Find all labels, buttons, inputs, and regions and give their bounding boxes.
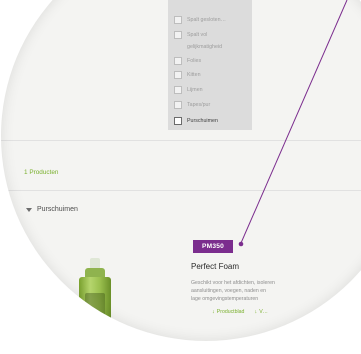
filter-option-label: Spalt gesloten…	[187, 17, 226, 23]
magnifier-lens: Spalt gesloten… Spalt vol gelijkmatighei…	[1, 0, 361, 341]
filter-option[interactable]: Spalt vol	[174, 31, 250, 39]
filter-option-label: Tapes/pur	[187, 102, 211, 108]
filter-option[interactable]: Spalt gesloten…	[174, 16, 250, 24]
arrow-icon: ↓	[254, 309, 258, 315]
filter-option[interactable]: Kitten	[174, 71, 250, 79]
checkbox[interactable]	[174, 16, 182, 24]
product-description: Geschikt voor het afdichten, isoleren aa…	[191, 279, 361, 304]
product-code-badge: PM350	[193, 240, 233, 253]
divider	[1, 190, 361, 191]
can-cap	[85, 268, 105, 277]
checkbox[interactable]	[174, 86, 182, 94]
secondary-link[interactable]: ↓ V…	[254, 309, 267, 315]
productblad-link[interactable]: ↓ Productblad	[212, 309, 244, 315]
category-label: Purschuimen	[37, 206, 78, 213]
checkbox[interactable]	[174, 71, 182, 79]
magnified-screenshot: Spalt gesloten… Spalt vol gelijkmatighei…	[0, 0, 361, 354]
filter-option[interactable]: Lijmen	[174, 86, 250, 94]
checkbox-checked[interactable]	[174, 117, 182, 125]
filter-option-label: Spalt vol	[187, 32, 208, 38]
results-count: 1 Producten	[24, 169, 59, 176]
checkbox[interactable]	[174, 57, 182, 65]
filter-option-label: gelijkmatigheid	[187, 44, 223, 50]
filter-panel: Spalt gesloten… Spalt vol gelijkmatighei…	[168, 0, 252, 130]
checkbox[interactable]	[174, 101, 182, 109]
filter-option[interactable]: Folies	[174, 57, 250, 65]
product-image[interactable]	[78, 258, 112, 341]
chevron-down-icon	[26, 207, 32, 212]
checkbox[interactable]	[174, 31, 182, 39]
arrow-icon: ↓	[212, 309, 215, 315]
category-toggle[interactable]: Purschuimen	[26, 206, 78, 213]
link-label: V…	[259, 309, 268, 315]
link-label: Productblad	[216, 309, 245, 315]
filter-option-purschuimen[interactable]: Purschuimen	[174, 117, 250, 125]
filter-option-continued: gelijkmatigheid	[174, 43, 250, 51]
can-body	[79, 277, 111, 341]
product-title[interactable]: Perfect Foam	[191, 262, 239, 271]
filter-option-label: Kitten	[187, 72, 201, 78]
divider	[1, 140, 361, 141]
description-line: Geschikt voor het afdichten, isoleren	[191, 280, 275, 286]
product-links: ↓ Productblad ↓ V…	[212, 309, 268, 315]
description-line: lage omgevingstemperaturen	[191, 296, 259, 303]
filter-option-label: Lijmen	[187, 87, 203, 93]
description-line: aansluitingen, voegen, naden en	[191, 288, 266, 295]
filter-option-label: Folies	[187, 58, 202, 64]
filter-option-label: Purschuimen	[187, 118, 218, 124]
filter-option[interactable]: Tapes/pur	[174, 101, 250, 109]
